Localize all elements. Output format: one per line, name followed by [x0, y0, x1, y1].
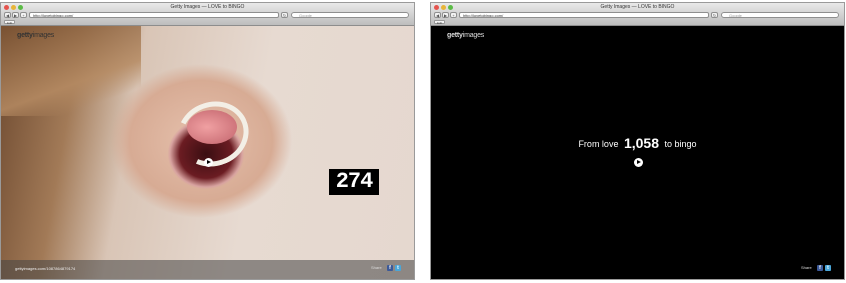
browser-window-left: Getty Images — LOVE to BINGO ◀ ▶ + http:…	[1, 3, 414, 279]
headline-pre: From love	[578, 139, 619, 149]
play-icon[interactable]	[634, 158, 643, 167]
twitter-icon[interactable]: t	[395, 265, 401, 271]
bookmarks-bar: Edit	[431, 19, 844, 25]
forward-button[interactable]: ▶	[442, 12, 449, 18]
hair-area	[1, 26, 141, 116]
headline-post: to bingo	[664, 139, 697, 149]
browser-window-right: Getty Images — LOVE to BINGO ◀ ▶ + http:…	[431, 3, 844, 279]
back-button[interactable]: ◀	[4, 12, 11, 18]
bookmark-edit[interactable]: Edit	[434, 20, 446, 25]
facebook-icon[interactable]: f	[387, 265, 393, 271]
back-icon: ◀	[435, 13, 440, 18]
browser-toolbar: ◀ ▶ + http://lovetobingo.com/ ↻ Google	[431, 12, 844, 19]
bookmark-edit[interactable]: Edit	[4, 20, 16, 25]
logo-main: getty	[447, 32, 463, 39]
headline: From love 1,058 to bingo	[431, 134, 844, 151]
search-placeholder: Google	[729, 13, 742, 18]
forward-icon: ▶	[443, 13, 448, 18]
page-content: gettyimages 274 gettyimages.com/10878648…	[1, 26, 414, 279]
title-bar: Getty Images — LOVE to BINGO	[431, 3, 844, 12]
window-title: Getty Images — LOVE to BINGO	[600, 4, 675, 10]
love-counter: 274	[329, 169, 379, 195]
search-placeholder: Google	[299, 13, 312, 18]
play-icon[interactable]	[204, 158, 213, 167]
share-label: Share	[801, 265, 812, 270]
title-bar: Getty Images — LOVE to BINGO	[1, 3, 414, 12]
logo-sub: images	[462, 32, 485, 39]
footer-image-link[interactable]: gettyimages.com/1087864879174	[15, 266, 75, 271]
add-icon: +	[22, 13, 25, 18]
window-title: Getty Images — LOVE to BINGO	[170, 4, 245, 10]
reload-icon: ↻	[282, 13, 287, 18]
browser-chrome: Getty Images — LOVE to BINGO ◀ ▶ + http:…	[1, 3, 414, 26]
page-footer: Share f t	[431, 260, 844, 279]
reload-icon: ↻	[712, 13, 717, 18]
search-bar[interactable]: Google	[721, 12, 839, 18]
reload-button[interactable]: ↻	[711, 12, 718, 18]
address-text: http://lovetobingo.com/	[33, 13, 74, 18]
add-icon: +	[452, 13, 455, 18]
logo-sub: images	[32, 32, 55, 39]
twitter-icon[interactable]: t	[825, 265, 831, 271]
logo-main: getty	[17, 32, 33, 39]
address-bar[interactable]: http://lovetobingo.com/	[29, 12, 279, 18]
browser-chrome: Getty Images — LOVE to BINGO ◀ ▶ + http:…	[431, 3, 844, 26]
headline-number: 1,058	[623, 135, 660, 151]
forward-icon: ▶	[13, 13, 18, 18]
add-bookmark-button[interactable]: +	[450, 12, 457, 18]
address-bar[interactable]: http://lovetobingo.com/	[459, 12, 709, 18]
page-content: gettyimages From love 1,058 to bingo Sha…	[431, 26, 844, 279]
forward-button[interactable]: ▶	[12, 12, 19, 18]
facebook-icon[interactable]: f	[817, 265, 823, 271]
getty-logo[interactable]: gettyimages	[17, 32, 54, 39]
browser-toolbar: ◀ ▶ + http://lovetobingo.com/ ↻ Google	[1, 12, 414, 19]
share-label: Share	[371, 265, 382, 270]
back-icon: ◀	[5, 13, 10, 18]
search-bar[interactable]: Google	[291, 12, 409, 18]
bookmarks-bar: Edit	[1, 19, 414, 25]
add-bookmark-button[interactable]: +	[20, 12, 27, 18]
back-button[interactable]: ◀	[434, 12, 441, 18]
page-footer: gettyimages.com/1087864879174 Share f t	[1, 260, 414, 279]
address-text: http://lovetobingo.com/	[463, 13, 504, 18]
reload-button[interactable]: ↻	[281, 12, 288, 18]
getty-logo[interactable]: gettyimages	[447, 32, 484, 39]
